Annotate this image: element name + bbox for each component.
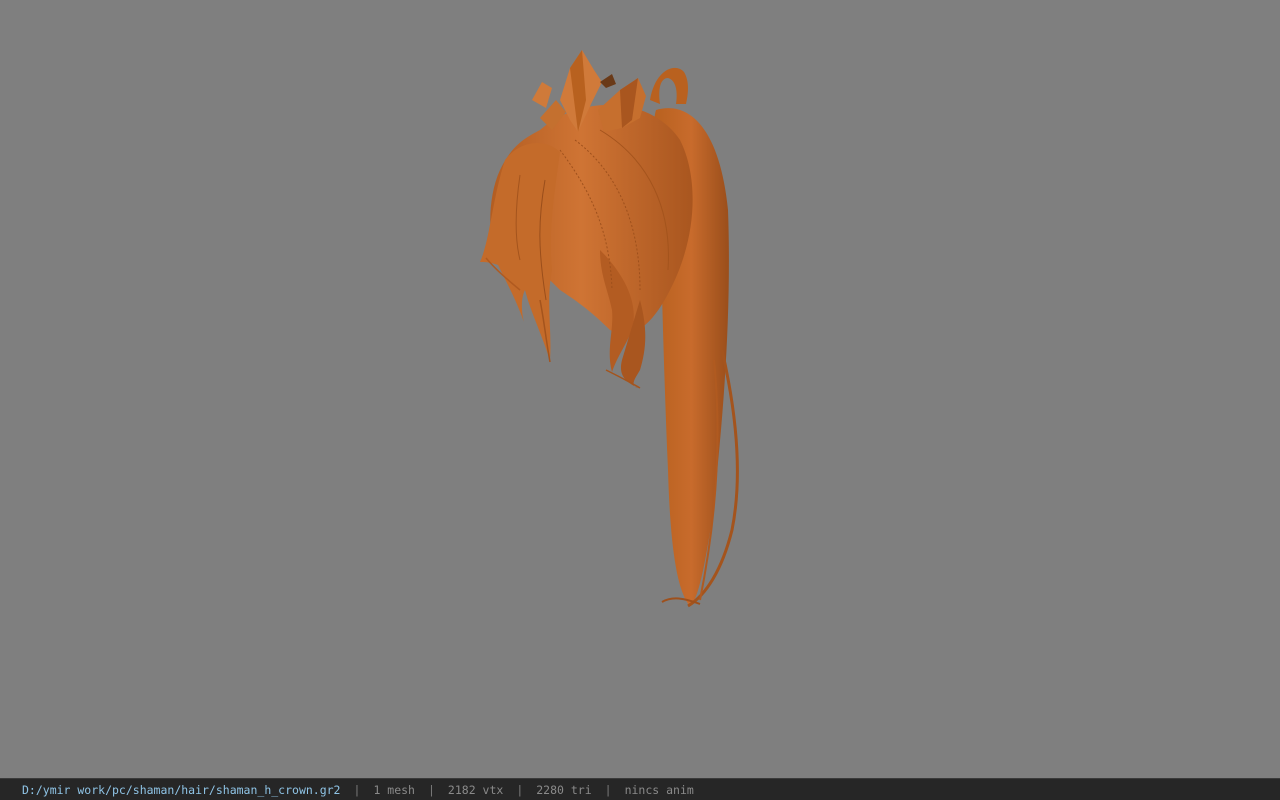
separator: | xyxy=(516,782,524,797)
hair-model-render[interactable] xyxy=(0,0,1280,778)
mesh-count-label: 1 mesh xyxy=(373,782,415,797)
status-bar: D:/ymir work/pc/shaman/hair/shaman_h_cro… xyxy=(0,778,1280,800)
separator: | xyxy=(604,782,612,797)
file-path-label: D:/ymir work/pc/shaman/hair/shaman_h_cro… xyxy=(22,782,341,797)
vertex-count-label: 2182 vtx xyxy=(447,782,504,797)
animation-status-label: nincs anim xyxy=(624,782,694,797)
separator: | xyxy=(427,782,435,797)
3d-viewport[interactable] xyxy=(0,0,1280,778)
triangle-count-label: 2280 tri xyxy=(536,782,592,797)
separator: | xyxy=(353,782,361,797)
hair-strap-shape xyxy=(650,67,688,104)
